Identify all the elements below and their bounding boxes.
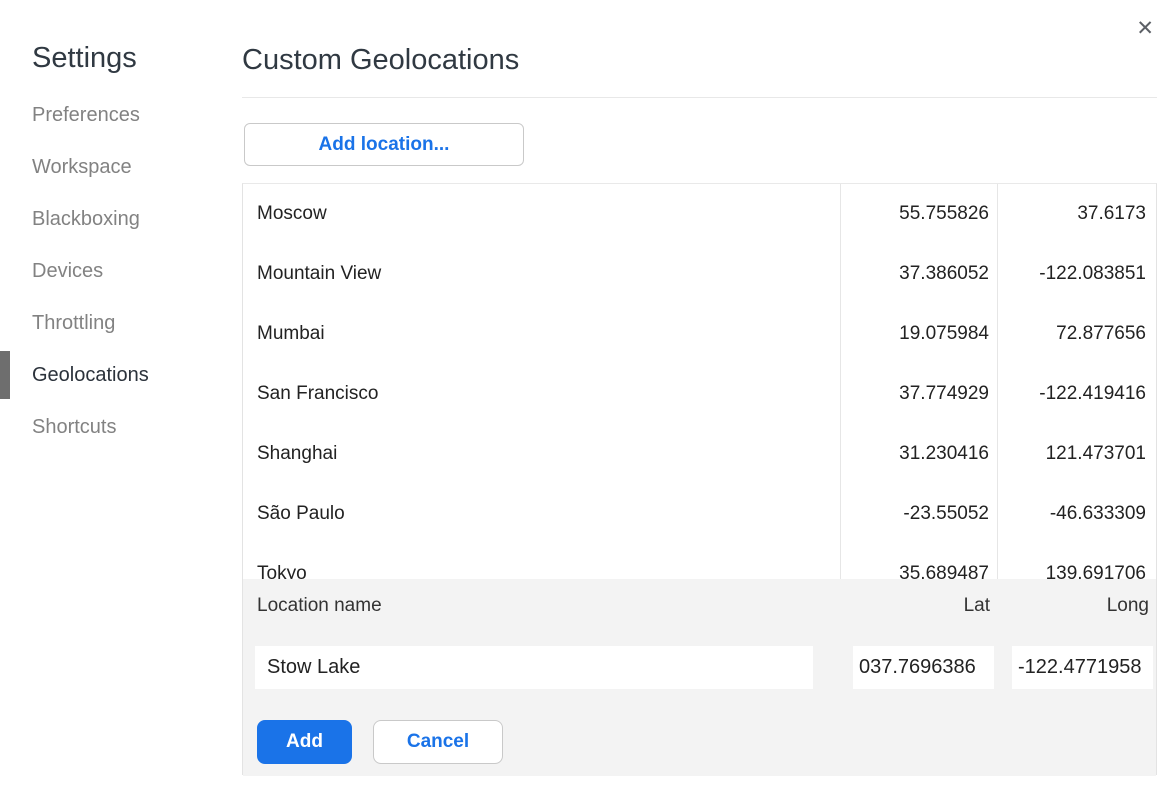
- sidebar-item-shortcuts[interactable]: Shortcuts: [0, 401, 242, 453]
- table-row[interactable]: São Paulo -23.55052 -46.633309: [243, 484, 1156, 544]
- cancel-button[interactable]: Cancel: [373, 720, 503, 764]
- cell-long: -122.419416: [997, 383, 1156, 405]
- column-divider-long: [997, 184, 998, 579]
- sidebar-item-label: Devices: [32, 260, 103, 283]
- cell-lat: 55.755826: [840, 203, 997, 225]
- cell-long: -122.083851: [997, 263, 1156, 285]
- table-row[interactable]: Mountain View 37.386052 -122.083851: [243, 244, 1156, 304]
- location-name-header: Location name: [257, 595, 382, 617]
- settings-sidebar: Settings Preferences Workspace Blackboxi…: [0, 0, 242, 453]
- settings-title: Settings: [32, 42, 242, 75]
- table-row[interactable]: Shanghai 31.230416 121.473701: [243, 424, 1156, 484]
- add-button[interactable]: Add: [257, 720, 352, 764]
- cell-lat: 37.386052: [840, 263, 997, 285]
- cell-lat: 35.689487: [840, 563, 997, 579]
- cell-location-name: Mountain View: [243, 263, 840, 285]
- cell-lat: 31.230416: [840, 443, 997, 465]
- geolocations-panel: Custom Geolocations Add location... Mosc…: [242, 0, 1176, 77]
- sidebar-item-throttling[interactable]: Throttling: [0, 297, 242, 349]
- table-row[interactable]: Mumbai 19.075984 72.877656: [243, 304, 1156, 364]
- page-title: Custom Geolocations: [242, 44, 1176, 77]
- cell-long: 37.6173: [997, 203, 1156, 225]
- cell-long: 121.473701: [997, 443, 1156, 465]
- sidebar-item-label: Blackboxing: [32, 208, 140, 231]
- cell-lat: -23.55052: [840, 503, 997, 525]
- lat-input[interactable]: [853, 646, 994, 689]
- sidebar-item-label: Geolocations: [32, 364, 149, 387]
- long-input[interactable]: [1012, 646, 1153, 689]
- sidebar-item-label: Throttling: [32, 312, 115, 335]
- editor-header: Location name Lat Long: [243, 579, 1156, 623]
- sidebar-item-devices[interactable]: Devices: [0, 245, 242, 297]
- cell-long: 72.877656: [997, 323, 1156, 345]
- column-divider-lat: [840, 184, 841, 579]
- geolocation-list[interactable]: Moscow 55.755826 37.6173 Mountain View 3…: [243, 184, 1156, 579]
- sidebar-item-label: Workspace: [32, 156, 132, 179]
- sidebar-item-geolocations[interactable]: Geolocations: [0, 349, 242, 401]
- sidebar-item-label: Shortcuts: [32, 416, 116, 439]
- cell-location-name: Mumbai: [243, 323, 840, 345]
- cell-location-name: San Francisco: [243, 383, 840, 405]
- title-divider: [242, 97, 1157, 98]
- cell-lat: 19.075984: [840, 323, 997, 345]
- cell-long: 139.691706: [997, 563, 1156, 579]
- add-location-button[interactable]: Add location...: [244, 123, 524, 166]
- geolocations-widget: Moscow 55.755826 37.6173 Mountain View 3…: [242, 183, 1157, 775]
- long-header: Long: [1012, 595, 1149, 617]
- cell-location-name: Moscow: [243, 203, 840, 225]
- cell-location-name: São Paulo: [243, 503, 840, 525]
- cell-location-name: Tokyo: [243, 563, 840, 579]
- table-row[interactable]: Moscow 55.755826 37.6173: [243, 184, 1156, 244]
- sidebar-item-blackboxing[interactable]: Blackboxing: [0, 193, 242, 245]
- location-name-input[interactable]: [255, 646, 813, 689]
- cell-location-name: Shanghai: [243, 443, 840, 465]
- cell-long: -46.633309: [997, 503, 1156, 525]
- lat-header: Lat: [853, 595, 990, 617]
- cell-lat: 37.774929: [840, 383, 997, 405]
- table-row[interactable]: Tokyo 35.689487 139.691706: [243, 544, 1156, 579]
- sidebar-item-workspace[interactable]: Workspace: [0, 141, 242, 193]
- table-row[interactable]: San Francisco 37.774929 -122.419416: [243, 364, 1156, 424]
- sidebar-item-preferences[interactable]: Preferences: [0, 89, 242, 141]
- geolocation-editor: Location name Lat Long Add Cancel: [243, 579, 1156, 776]
- settings-nav: Preferences Workspace Blackboxing Device…: [0, 89, 242, 453]
- sidebar-item-label: Preferences: [32, 104, 140, 127]
